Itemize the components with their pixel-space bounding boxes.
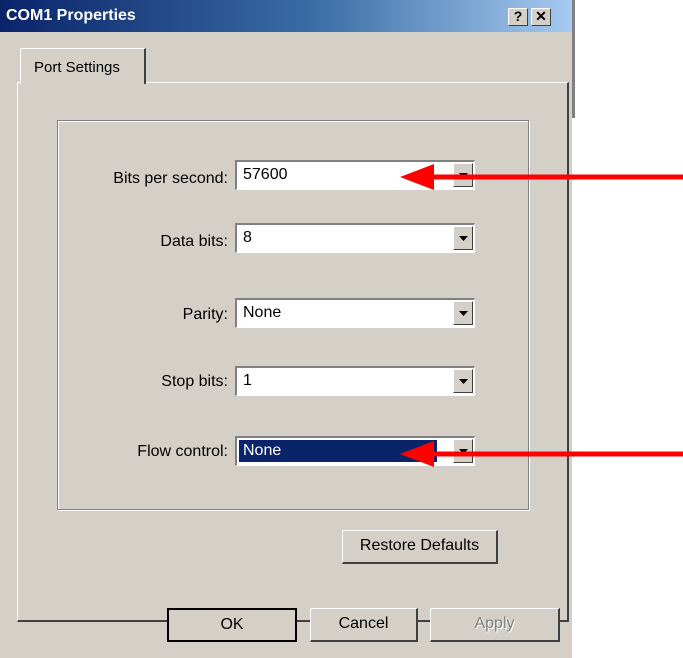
flow-control-label: Flow control:	[137, 443, 228, 460]
parity-select[interactable]: None	[235, 298, 475, 328]
dialog-window: COM1 Properties ? ✕ Port Settings Bits p…	[0, 0, 572, 658]
tab-label: Port Settings	[34, 59, 120, 76]
parity-dropdown-button[interactable]	[453, 301, 473, 325]
stop-bits-dropdown-button[interactable]	[453, 369, 473, 393]
bits-per-second-label: Bits per second:	[113, 170, 228, 187]
annotation-arrow	[400, 441, 683, 467]
ok-button[interactable]: OK	[167, 608, 297, 642]
stop-bits-select[interactable]: 1	[235, 366, 475, 396]
chevron-down-icon	[459, 236, 468, 241]
background-window-edge	[572, 0, 575, 118]
stop-bits-value: 1	[243, 372, 252, 389]
parity-value: None	[243, 304, 282, 321]
chevron-down-icon	[459, 311, 468, 316]
data-bits-dropdown-button[interactable]	[453, 226, 473, 250]
chevron-down-icon	[459, 379, 468, 384]
tab-port-settings[interactable]: Port Settings	[20, 48, 146, 84]
parity-label: Parity:	[182, 306, 228, 323]
help-button[interactable]: ?	[508, 8, 528, 26]
help-icon: ?	[513, 8, 523, 24]
stop-bits-label: Stop bits:	[161, 373, 228, 390]
title-bar[interactable]: COM1 Properties ? ✕	[0, 0, 572, 32]
close-button[interactable]: ✕	[531, 8, 551, 26]
close-icon: ✕	[535, 8, 547, 24]
data-bits-select[interactable]: 8	[235, 223, 475, 253]
bits-per-second-value: 57600	[243, 166, 288, 183]
data-bits-label: Data bits:	[160, 233, 228, 250]
cancel-button[interactable]: Cancel	[310, 608, 418, 642]
apply-button[interactable]: Apply	[430, 608, 560, 642]
window-title: COM1 Properties	[6, 7, 136, 24]
annotation-arrow	[400, 164, 683, 190]
restore-defaults-button[interactable]: Restore Defaults	[342, 530, 498, 564]
data-bits-value: 8	[243, 229, 252, 246]
